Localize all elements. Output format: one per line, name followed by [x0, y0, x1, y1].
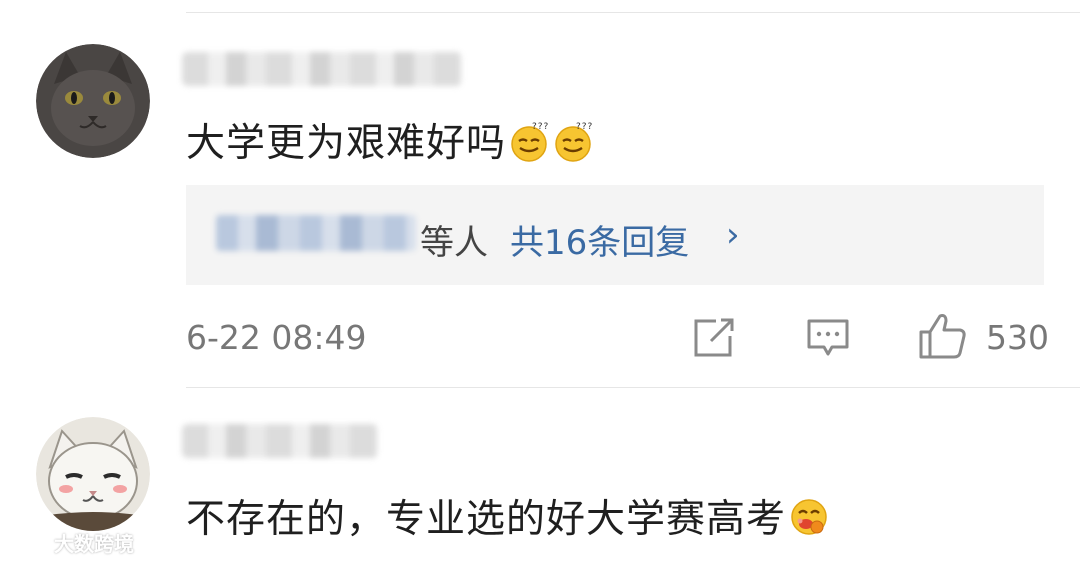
- chevron-right-icon[interactable]: ›: [726, 215, 740, 255]
- username-blurred[interactable]: [182, 52, 462, 86]
- comment-feed: 大学更为艰难好吗 ??? ??? 等人 共16条回复 › 6-22 08:49: [0, 0, 1080, 561]
- watermark: 大数跨境: [6, 527, 134, 557]
- watermark-text: 大数跨境: [54, 531, 134, 556]
- comment-text: 不存在的，专业选的好大学赛高考: [186, 497, 787, 542]
- brand-logo-icon: [6, 533, 48, 551]
- svg-text:???: ???: [532, 122, 549, 132]
- comment-body: 不存在的，专业选的好大学赛高考: [186, 488, 830, 544]
- reply-users-blurred: [216, 215, 416, 251]
- comment-divider: [186, 387, 1080, 388]
- like-count: 530: [986, 318, 1049, 357]
- dizzy-smile-emoji-icon: ???: [508, 120, 550, 162]
- comment-timestamp: 6-22 08:49: [186, 318, 367, 357]
- dizzy-smile-emoji-icon: ???: [552, 120, 594, 162]
- avatar[interactable]: [36, 417, 150, 531]
- reply-suffix: 等人: [420, 223, 488, 263]
- top-divider: [186, 12, 1080, 13]
- drooling-face-emoji-icon: [788, 496, 830, 538]
- cartoon-cat-avatar: [36, 417, 150, 531]
- cat-photo-avatar: [36, 44, 150, 158]
- comment-body: 大学更为艰难好吗 ??? ???: [186, 112, 594, 168]
- username-blurred[interactable]: [182, 424, 378, 458]
- comment-text: 大学更为艰难好吗: [186, 121, 507, 166]
- avatar[interactable]: [36, 44, 150, 158]
- replies-preview[interactable]: 等人 共16条回复 ›: [186, 185, 1044, 285]
- like-icon[interactable]: [918, 312, 968, 360]
- comment-icon[interactable]: [806, 318, 850, 360]
- share-icon[interactable]: [692, 318, 736, 358]
- svg-text:???: ???: [576, 122, 593, 132]
- reply-count-link[interactable]: 共16条回复: [510, 215, 689, 264]
